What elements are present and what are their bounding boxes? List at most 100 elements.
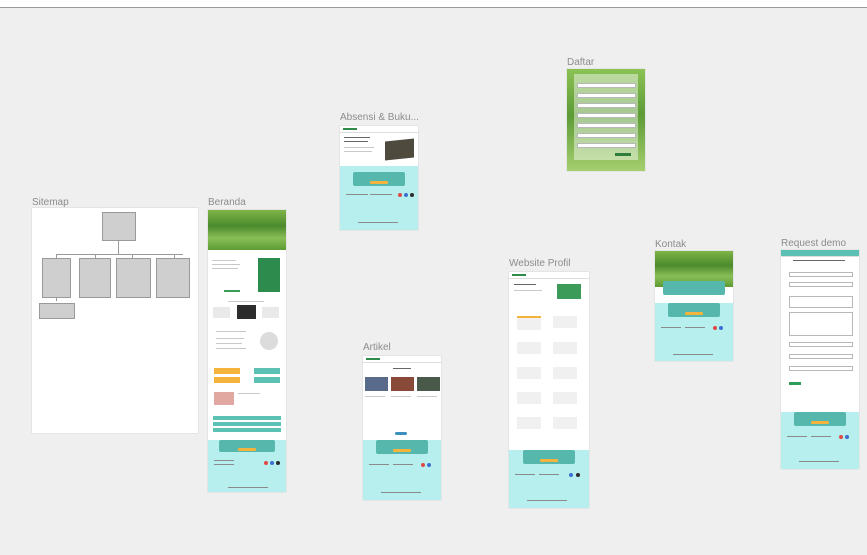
frame-beranda[interactable] [208, 210, 286, 492]
green-link[interactable] [224, 290, 240, 292]
form-field[interactable] [577, 93, 636, 98]
social-icon[interactable] [404, 193, 408, 197]
article-thumbnail[interactable] [391, 377, 414, 391]
footer-text [515, 474, 535, 475]
cta-button[interactable] [393, 449, 411, 452]
frame-artikel[interactable] [363, 356, 441, 500]
hero-image [557, 284, 581, 299]
frame-label-sitemap[interactable]: Sitemap [32, 197, 69, 208]
text-line [216, 343, 242, 344]
frame-label-absensi[interactable]: Absensi & Buku... [340, 112, 419, 123]
sitemap-connector [56, 254, 183, 255]
section-heading [228, 301, 264, 302]
social-icon[interactable] [264, 461, 268, 465]
cta-button[interactable] [238, 448, 256, 451]
form-field[interactable] [789, 342, 853, 347]
form-field[interactable] [789, 272, 853, 277]
promo-image [258, 258, 280, 292]
form-field[interactable] [577, 113, 636, 118]
social-icon[interactable] [845, 435, 849, 439]
text-line [216, 331, 246, 332]
device-image [213, 307, 230, 318]
sitemap-node [79, 258, 111, 298]
form-field[interactable] [577, 123, 636, 128]
social-icon[interactable] [839, 435, 843, 439]
submit-button[interactable] [789, 382, 801, 385]
form-field[interactable] [789, 354, 853, 359]
form-textarea[interactable] [789, 296, 853, 308]
frame-website-profil[interactable] [509, 272, 589, 508]
faq-item[interactable] [213, 416, 281, 420]
social-icon[interactable] [576, 473, 580, 477]
frame-label-daftar[interactable]: Daftar [567, 57, 594, 68]
copyright-bar [799, 461, 839, 462]
frame-label-website-profil[interactable]: Website Profil [509, 258, 571, 269]
sitemap-node [156, 258, 190, 298]
frame-label-beranda[interactable]: Beranda [208, 197, 246, 208]
sitemap-subnode [39, 303, 75, 319]
feature-card [517, 392, 541, 404]
cta-button[interactable] [370, 181, 388, 184]
page-heading [344, 141, 368, 142]
frame-request-demo[interactable] [781, 250, 859, 469]
footer-text [214, 464, 234, 465]
page-heading [514, 284, 536, 285]
cta-button[interactable] [540, 459, 558, 462]
social-icon[interactable] [713, 326, 717, 330]
form-field[interactable] [577, 133, 636, 138]
feature-card [553, 392, 577, 404]
form-options[interactable] [789, 312, 853, 336]
text-line [212, 264, 240, 265]
feature-card [517, 417, 541, 429]
load-more-button[interactable] [395, 432, 407, 435]
frame-label-request-demo[interactable]: Request demo [781, 238, 846, 249]
footer-text [787, 436, 807, 437]
social-icon[interactable] [270, 461, 274, 465]
form-field[interactable] [789, 366, 853, 371]
sitemap-node [42, 258, 71, 298]
frame-kontak[interactable] [655, 251, 733, 361]
feature-card [517, 316, 541, 330]
footer-text [539, 474, 559, 475]
form-field[interactable] [577, 143, 636, 148]
navbar [340, 126, 418, 133]
navbar [363, 356, 441, 363]
feature-card [553, 367, 577, 379]
sitemap-connector [56, 297, 57, 301]
faq-item[interactable] [213, 428, 281, 432]
submit-button[interactable] [615, 153, 631, 156]
form-field[interactable] [789, 282, 853, 287]
copyright-bar [358, 222, 398, 223]
article-thumbnail[interactable] [365, 377, 388, 391]
form-field[interactable] [577, 83, 636, 88]
social-icon[interactable] [421, 463, 425, 467]
social-icon[interactable] [398, 193, 402, 197]
form-field[interactable] [577, 103, 636, 108]
social-icon[interactable] [276, 461, 280, 465]
text-line [212, 260, 236, 261]
cta-button[interactable] [685, 312, 703, 315]
text-line [216, 348, 246, 349]
social-icon[interactable] [427, 463, 431, 467]
monitor-image [237, 305, 256, 319]
cta-button[interactable] [811, 421, 829, 424]
text-line [344, 147, 374, 148]
social-icon[interactable] [569, 473, 573, 477]
faq-item[interactable] [213, 422, 281, 426]
frame-daftar[interactable] [567, 69, 645, 171]
device-image [262, 307, 279, 318]
frame-label-artikel[interactable]: Artikel [363, 342, 391, 353]
copyright-bar [381, 492, 421, 493]
frame-sitemap[interactable] [32, 208, 198, 433]
brand-logo [512, 274, 526, 276]
text-line [216, 338, 244, 339]
brand-logo [366, 358, 380, 360]
frame-label-kontak[interactable]: Kontak [655, 239, 686, 250]
social-icon[interactable] [410, 193, 414, 197]
social-icon[interactable] [719, 326, 723, 330]
feature-card [553, 342, 577, 354]
article-thumbnail[interactable] [417, 377, 440, 391]
design-canvas[interactable]: Sitemap Beranda Absensi & Buku... Daftar… [0, 8, 867, 555]
frame-absensi[interactable] [340, 126, 418, 230]
footer-text [811, 436, 831, 437]
